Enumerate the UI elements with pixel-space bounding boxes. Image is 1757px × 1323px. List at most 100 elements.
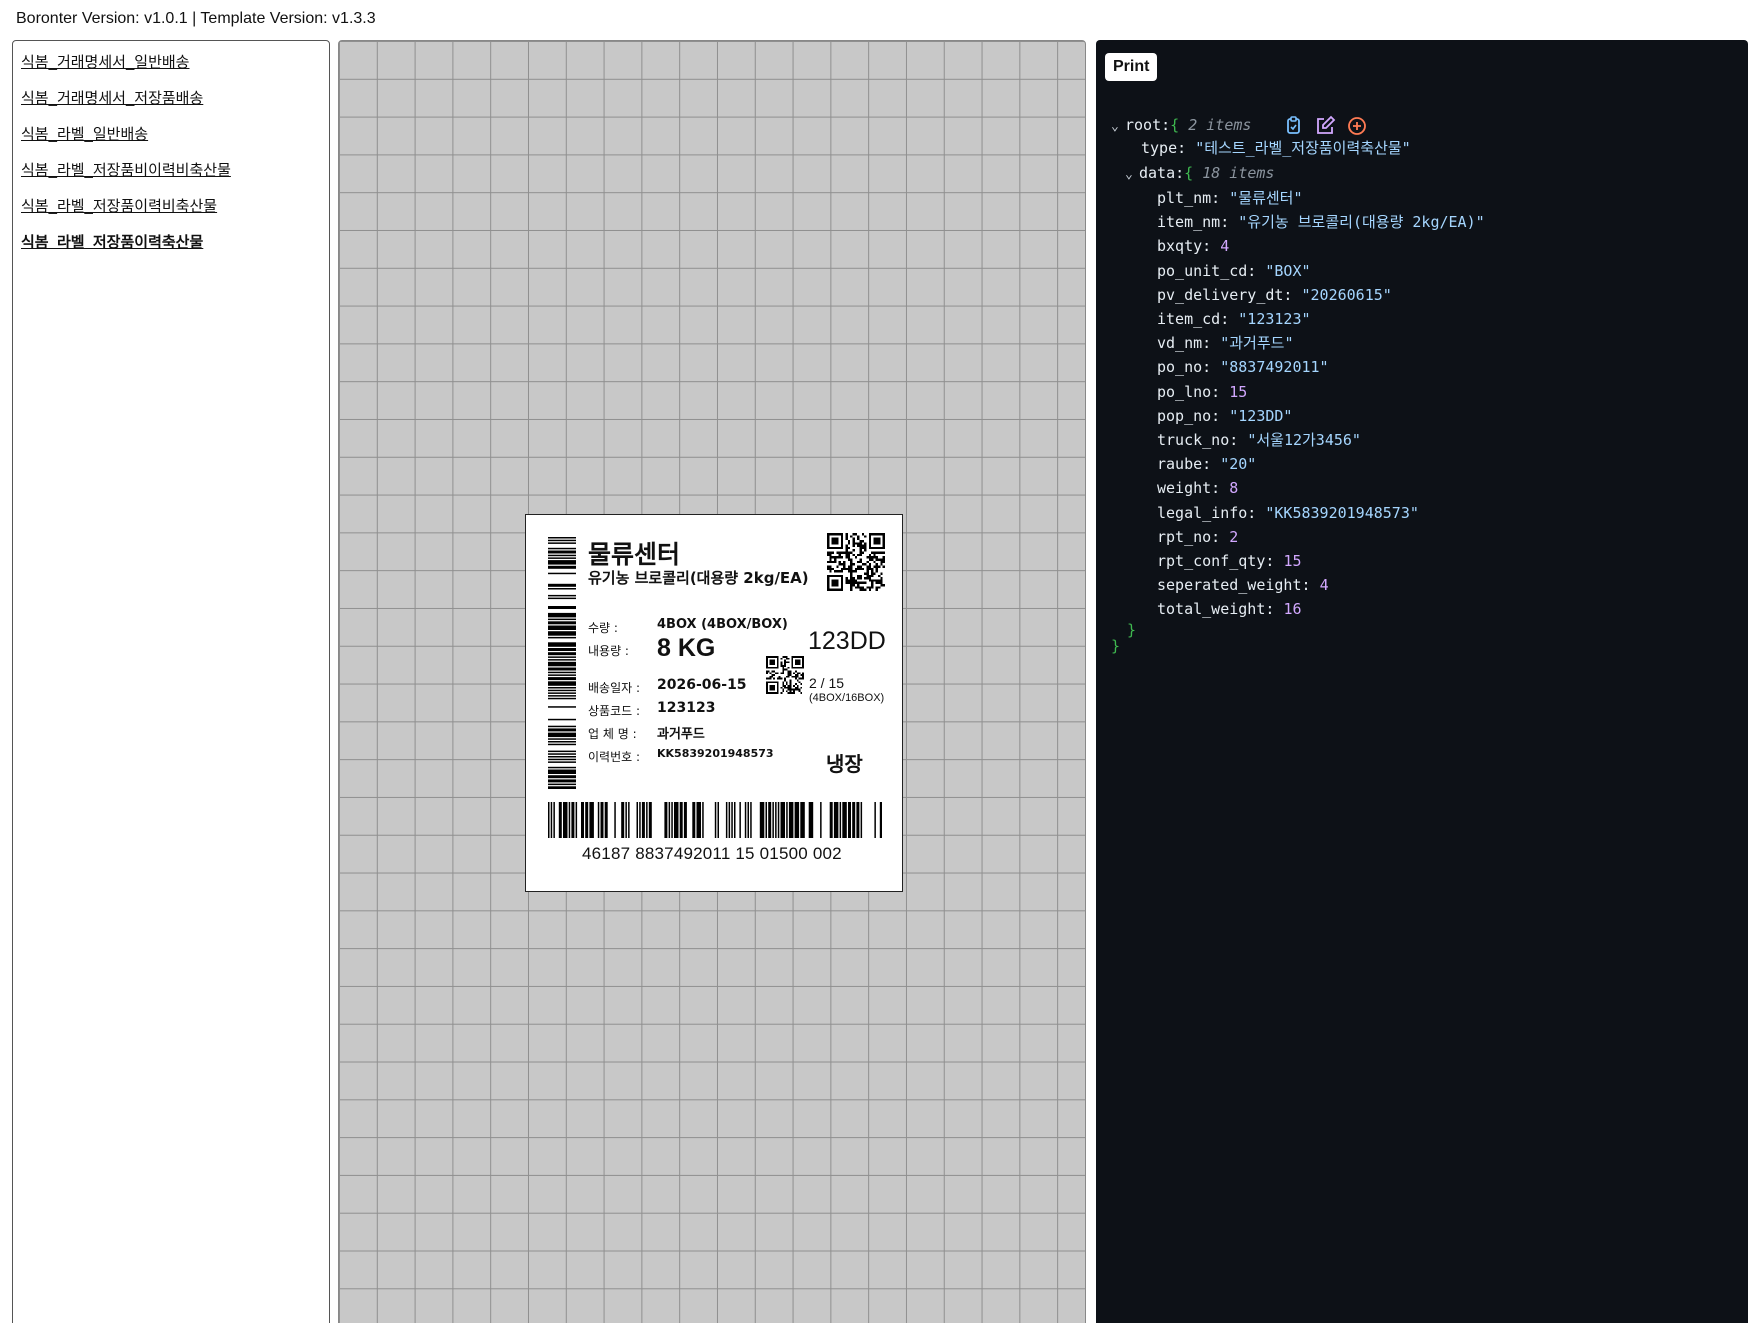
qr-code (827, 533, 885, 591)
sidebar-item-label-storage-traced-non-livestock[interactable]: 식봄_라벨_저장품이력비축산물 (21, 197, 329, 233)
delivery-label: 배송일자 : (588, 681, 641, 695)
sidebar-item-label-standard[interactable]: 식봄_라벨_일반배송 (21, 125, 329, 161)
json-entry[interactable]: weight: 8 (1157, 478, 1238, 498)
json-entry[interactable]: total_weight: 16 (1157, 599, 1302, 619)
root-open-brace: { (1170, 116, 1180, 134)
entry-value: 2 (1229, 527, 1239, 546)
root-item-count: 2 items (1188, 116, 1252, 134)
root-key: root: (1125, 116, 1171, 134)
json-entry[interactable]: item_cd: "123123" (1157, 309, 1311, 329)
json-entry-type[interactable]: type: "테스트_라벨_저장품이력축산물" (1141, 138, 1411, 158)
json-entry[interactable]: legal_info: "KK5839201948573" (1157, 503, 1419, 523)
entry-key: raube: (1157, 455, 1212, 474)
entry-value: "테스트_라벨_저장품이력축산물" (1195, 139, 1411, 157)
sidebar-item-invoice-storage[interactable]: 식봄_거래명세서_저장품배송 (21, 89, 329, 125)
sidebar-item-label-storage-non-traced[interactable]: 식봄_라벨_저장품비이력비축산물 (21, 161, 329, 197)
plant-name: 물류센터 (588, 540, 681, 569)
entry-value: "8837492011" (1220, 358, 1329, 377)
entry-value: "BOX" (1265, 261, 1311, 280)
json-entry[interactable]: rpt_no: 2 (1157, 527, 1238, 547)
entry-key: po_unit_cd: (1157, 261, 1257, 280)
data-close-brace: } (1127, 621, 1137, 639)
json-entry[interactable]: truck_no: "서울12가3456" (1157, 430, 1361, 450)
entry-value: 16 (1283, 600, 1302, 619)
json-entry[interactable]: raube: "20" (1157, 454, 1256, 474)
json-entry[interactable]: po_unit_cd: "BOX" (1157, 261, 1311, 281)
entry-key: po_no: (1157, 358, 1212, 377)
print-button[interactable]: Print (1105, 53, 1158, 81)
trace-label: 이력번호 : (588, 750, 641, 764)
entry-value: 4 (1319, 576, 1329, 595)
entry-value: "과거푸드" (1220, 334, 1294, 353)
entry-key: pv_delivery_dt: (1157, 285, 1293, 304)
vertical-barcode (548, 537, 576, 789)
entry-key: plt_nm: (1157, 189, 1221, 207)
trace-value: KK5839201948573 (657, 747, 774, 760)
entry-value: "20260615" (1301, 285, 1392, 304)
json-entry[interactable]: seperated_weight: 4 (1157, 575, 1329, 595)
storage-type: 냉장 (826, 752, 863, 776)
json-entry[interactable]: pv_delivery_dt: "20260615" (1157, 285, 1392, 305)
entry-key: truck_no: (1157, 431, 1239, 449)
add-icon[interactable] (1346, 115, 1368, 137)
entry-value: 15 (1229, 382, 1248, 401)
entry-key: vd_nm: (1157, 334, 1212, 353)
shipping-label: 물류센터 유기농 브로콜리(대용량 2kg/EA) 수량 : 4BOX (4BO… (525, 514, 903, 892)
entry-key: bxqty: (1157, 237, 1212, 256)
entry-value: "물류센터" (1229, 189, 1303, 207)
entry-key: item_cd: (1157, 310, 1230, 328)
chevron-down-icon[interactable]: ⌄ (1125, 165, 1139, 185)
quantity-value: 4BOX (4BOX/BOX) (657, 617, 788, 632)
entry-key: item_nm: (1157, 213, 1230, 232)
entry-value: "유기농 브로콜리(대용량 2kg/EA)" (1238, 213, 1485, 232)
data-open-brace: { (1184, 164, 1194, 182)
json-viewer-panel: Print ⌄ root:{ 2 items type: "테스트_라벨_저장품이… (1096, 40, 1748, 1323)
sequence: 2 / 15 (809, 675, 845, 691)
sequence-detail: (4BOX/16BOX) (809, 692, 885, 704)
json-entry[interactable]: pop_no: "123DD" (1157, 406, 1292, 426)
version-info: Boronter Version: v1.0.1 | Template Vers… (16, 10, 376, 27)
data-key: data: (1139, 164, 1185, 182)
small-qr-code (766, 656, 804, 694)
item-name: 유기농 브로콜리(대용량 2kg/EA) (588, 569, 809, 587)
entry-value: "123DD" (1229, 406, 1293, 425)
item-code-label: 상품코드 : (588, 704, 641, 718)
root-actions (1283, 115, 1373, 137)
data-item-count: 18 items (1202, 164, 1275, 182)
vendor-label: 업 체 명 : (588, 727, 637, 741)
json-entry[interactable]: bxqty: 4 (1157, 236, 1229, 256)
vendor-value: 과거푸드 (657, 727, 705, 742)
entry-key: seperated_weight: (1157, 576, 1311, 595)
sidebar-item-invoice-standard[interactable]: 식봄_거래명세서_일반배송 (21, 53, 329, 89)
horizontal-barcode (548, 802, 882, 838)
entry-value: "20" (1220, 455, 1257, 474)
json-entry[interactable]: vd_nm: "과거푸드" (1157, 333, 1293, 353)
content-label: 내용량 : (588, 644, 629, 658)
quantity-label: 수량 : (588, 621, 618, 635)
root-close-brace: } (1111, 637, 1121, 655)
entry-key: type: (1141, 139, 1187, 157)
entry-value: 4 (1220, 237, 1230, 256)
copy-icon[interactable] (1283, 115, 1305, 137)
data-node[interactable]: ⌄ data:{ 18 items (1125, 163, 1274, 185)
pop-number: 123DD (808, 627, 886, 655)
delivery-value: 2026-06-15 (657, 677, 747, 693)
edit-icon[interactable] (1314, 115, 1336, 137)
entry-key: total_weight: (1157, 600, 1275, 619)
entry-key: rpt_no: (1157, 527, 1221, 546)
json-entry[interactable]: po_lno: 15 (1157, 382, 1247, 402)
root-node[interactable]: ⌄ root:{ 2 items (1111, 115, 1251, 137)
sidebar-item-label-storage-traced-livestock[interactable]: 식봄_라벨_저장품이력축산물 (21, 233, 329, 269)
entry-key: legal_info: (1157, 503, 1257, 522)
json-entry[interactable]: plt_nm: "물류센터" (1157, 188, 1303, 208)
json-entry[interactable]: rpt_conf_qty: 15 (1157, 551, 1302, 571)
json-entry[interactable]: item_nm: "유기농 브로콜리(대용량 2kg/EA)" (1157, 212, 1485, 232)
preview-canvas: 물류센터 유기농 브로콜리(대용량 2kg/EA) 수량 : 4BOX (4BO… (338, 40, 1086, 1323)
json-entry[interactable]: po_no: "8837492011" (1157, 357, 1329, 377)
chevron-down-icon[interactable]: ⌄ (1111, 117, 1125, 137)
barcode-number: 46187 8837492011 15 01500 002 (582, 844, 842, 863)
entry-value: "123123" (1238, 310, 1311, 328)
item-code-value: 123123 (657, 700, 716, 716)
content-value: 8 KG (657, 634, 716, 662)
entry-value: "KK5839201948573" (1265, 503, 1419, 522)
